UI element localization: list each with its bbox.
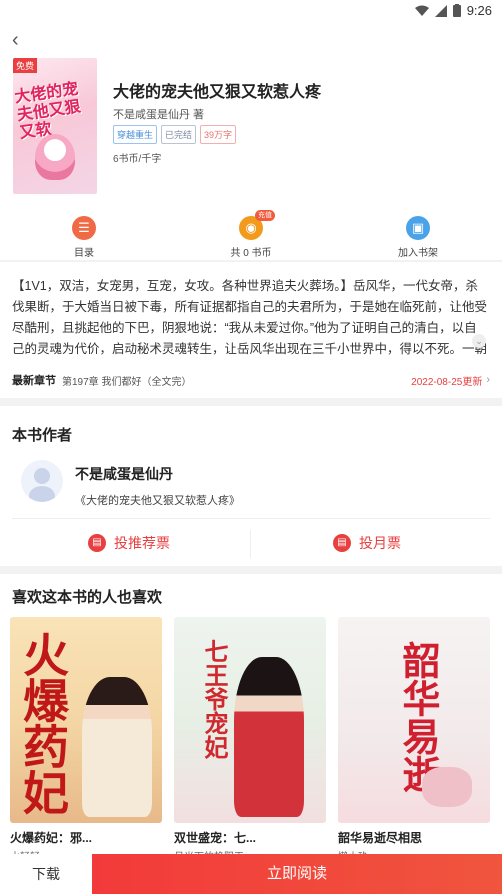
read-now-button[interactable]: 立即阅读 — [92, 854, 502, 894]
bottom-bar: 下载 立即阅读 — [0, 854, 502, 894]
coins-button[interactable]: ◉ 充值 共 0 书币 — [191, 210, 311, 259]
recommend-book[interactable]: 七王爷宠妃 双世盛宠：七... 月光下的艳阳天 — [174, 617, 326, 863]
recommend-section-title: 喜欢这本书的人也喜欢 — [12, 589, 163, 606]
latest-chapter-label: 最新章节 — [12, 375, 56, 387]
catalog-button[interactable]: ☰ 目录 — [24, 216, 144, 259]
catalog-label: 目录 — [74, 248, 94, 259]
status-time: 9:26 — [466, 3, 492, 18]
recommend-book-cover[interactable]: 火爆药妃 — [10, 617, 162, 823]
recommend-book-title: 韶华易逝尽相思 — [338, 831, 423, 845]
list-icon: ☰ — [72, 216, 96, 240]
author-avatar[interactable] — [21, 460, 63, 502]
recommend-book[interactable]: 火爆药妃 火爆药妃：邪... 水轻轻 — [10, 617, 162, 863]
signal-icon — [434, 4, 447, 17]
avatar-body — [29, 486, 55, 502]
tag-status: 已完结 — [161, 125, 197, 144]
recommend-book-cover[interactable]: 韶华易逝 — [338, 617, 490, 823]
author-section: 本书作者 不是咸蛋是仙丹 《大佬的宠夫他又狠又软惹人疼》 ▤ 投推荐票 ▤ 投月… — [0, 406, 502, 566]
intro-text[interactable]: 【1V1，双洁，女宠男，互宠，女攻。各种世界追夫火葬场。】岳风华，一代女帝，杀伐… — [12, 276, 488, 360]
status-icons: 9:26 — [414, 3, 492, 18]
book-title: 大佬的宠夫他又狠又软惹人疼 — [113, 84, 322, 101]
ticket-icon: ▤ — [88, 534, 106, 552]
recommend-book[interactable]: 韶华易逝 韶华易逝尽相思 懒小玖 — [338, 617, 490, 863]
book-author[interactable]: 不是咸蛋是仙丹 著 — [113, 106, 204, 122]
cover-figure — [234, 657, 304, 817]
add-shelf-label: 加入书架 — [398, 248, 438, 259]
back-icon[interactable]: ‹ — [12, 28, 32, 52]
book-header: ‹ 免费 大佬的宠夫他又狠又软 大佬的宠夫他又狠又软惹人疼 不是咸蛋是仙丹 著 … — [0, 22, 502, 260]
tag-genre[interactable]: 穿越重生 — [113, 125, 158, 144]
cover-illustration — [35, 134, 75, 180]
divider — [12, 518, 490, 519]
latest-chapter-row[interactable]: 最新章节 第197章 我们都好（全文完） 2022-08-25更新 › — [12, 372, 490, 388]
download-button[interactable]: 下载 — [0, 854, 92, 894]
status-bar: 9:26 — [0, 0, 502, 22]
cover-figure — [82, 677, 152, 817]
latest-chapter-title: 第197章 我们都好（全文完） — [62, 376, 192, 388]
bookshelf-icon: ▣ — [406, 216, 430, 240]
tag-wordcount: 39万字 — [200, 125, 237, 144]
chevron-right-icon: › — [486, 374, 490, 386]
recommend-section: 喜欢这本书的人也喜欢 火爆药妃 火爆药妃：邪... 水轻轻 七王爷宠妃 双世盛宠… — [0, 574, 502, 894]
author-name[interactable]: 不是咸蛋是仙丹 — [75, 464, 173, 484]
cover-figure — [422, 767, 472, 807]
vote-divider — [250, 530, 251, 558]
add-shelf-button[interactable]: ▣ 加入书架 — [358, 216, 478, 259]
recommend-book-title: 火爆药妃：邪... — [10, 831, 93, 845]
book-cover: 免费 大佬的宠夫他又狠又软 — [13, 58, 97, 194]
avatar-head — [34, 468, 50, 484]
vote-monthly-button[interactable]: ▤ 投月票 — [333, 528, 401, 558]
book-actions: ☰ 目录 ◉ 充值 共 0 书币 ▣ 加入书架 — [0, 210, 502, 260]
recommend-cover-text: 七王爷宠妃 — [200, 639, 227, 759]
expand-chevron-icon[interactable]: ⌄ — [472, 334, 486, 348]
latest-chapter-date: 2022-08-25更新 — [411, 376, 483, 388]
monthly-ticket-icon: ▤ — [333, 534, 351, 552]
recharge-badge[interactable]: 充值 — [255, 210, 275, 221]
battery-icon — [452, 4, 461, 17]
vote-recommend-label: 投推荐票 — [114, 535, 170, 551]
book-price: 6书币/千字 — [113, 154, 162, 165]
coin-icon: ◉ 充值 — [239, 210, 275, 240]
coins-label: 共 0 书币 — [230, 248, 272, 259]
recommend-cover-text: 火爆药妃 — [17, 631, 69, 815]
vote-monthly-label: 投月票 — [359, 535, 401, 551]
free-badge: 免费 — [13, 58, 38, 73]
vote-recommend-button[interactable]: ▤ 投推荐票 — [88, 528, 170, 558]
recommend-book-cover[interactable]: 七王爷宠妃 — [174, 617, 326, 823]
author-book: 《大佬的宠夫他又狠又软惹人疼》 — [75, 495, 240, 507]
author-section-title: 本书作者 — [12, 427, 73, 444]
recommend-book-title: 双世盛宠：七... — [174, 831, 257, 845]
wifi-icon — [414, 5, 429, 16]
book-tags: 穿越重生 已完结 39万字 — [113, 125, 237, 144]
book-intro: 【1V1，双洁，女宠男，互宠，女攻。各种世界追夫火葬场。】岳风华，一代女帝，杀伐… — [0, 262, 502, 398]
